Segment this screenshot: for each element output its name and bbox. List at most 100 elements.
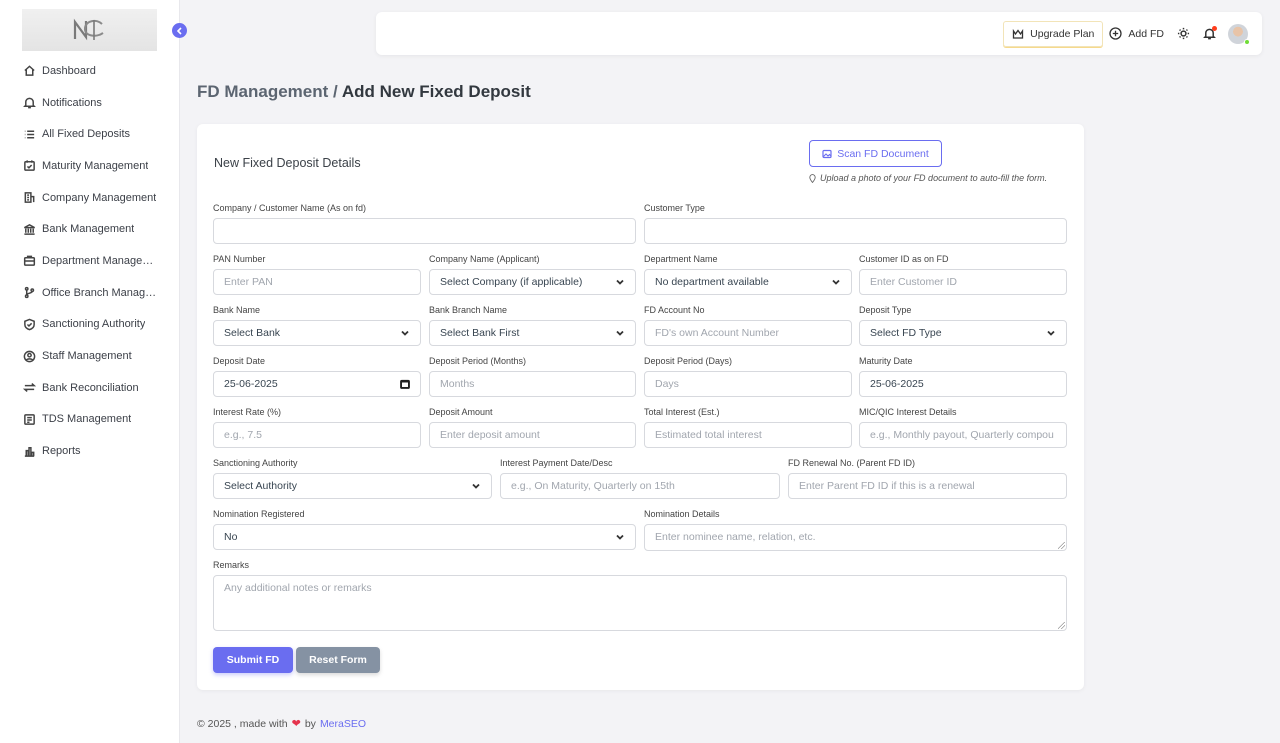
resize-handle-icon[interactable] (1058, 542, 1065, 549)
deposit-date-input[interactable]: 25-06-2025 (213, 371, 421, 397)
sidebar-item-bank-reconciliation[interactable]: Bank Reconciliation (0, 372, 180, 404)
scan-hint: Upload a photo of your FD document to au… (809, 173, 1047, 183)
nomination-registered-select[interactable]: No (213, 524, 636, 550)
sidebar-collapse-button[interactable] (172, 23, 187, 38)
sidebar-item-company-management[interactable]: Company Management (0, 182, 180, 214)
maturity-date-label: Maturity Date (859, 356, 913, 366)
interest-rate-input[interactable]: e.g., 7.5 (213, 422, 421, 448)
sidebar: Dashboard Notifications All Fixed Deposits… (0, 0, 180, 743)
notifications-button[interactable] (1202, 25, 1217, 41)
maturity-date-value: 25-06-2025 (870, 378, 924, 390)
sidebar-item-tds-management[interactable]: TDS Management (0, 404, 180, 436)
sidebar-item-label: Staff Management (42, 350, 132, 363)
customer-type-input[interactable] (644, 218, 1067, 244)
scan-fd-document-button[interactable]: Scan FD Document (809, 140, 942, 167)
app-logo[interactable] (22, 9, 157, 51)
shield-check-icon (22, 317, 36, 331)
chevron-down-icon (400, 328, 410, 338)
period-months-input[interactable]: Months (429, 371, 636, 397)
pan-input[interactable]: Enter PAN (213, 269, 421, 295)
company-applicant-value: Select Company (if applicable) (440, 276, 583, 288)
sidebar-item-notifications[interactable]: Notifications (0, 87, 180, 119)
crown-icon (1013, 28, 1024, 39)
user-avatar[interactable] (1228, 23, 1250, 45)
sidebar-item-office-branch-management[interactable]: Office Branch Management (0, 277, 180, 309)
submit-fd-button[interactable]: Submit FD (213, 647, 293, 673)
company-applicant-select[interactable]: Select Company (if applicable) (429, 269, 636, 295)
maturity-date-input[interactable]: 25-06-2025 (859, 371, 1067, 397)
interest-payment-input[interactable]: e.g., On Maturity, Quarterly on 15th (500, 473, 780, 499)
deposit-date-label: Deposit Date (213, 356, 266, 366)
top-navbar: Upgrade Plan Add FD (376, 12, 1262, 55)
sidebar-item-sanctioning-authority[interactable]: Sanctioning Authority (0, 309, 180, 341)
sidebar-item-dashboard[interactable]: Dashboard (0, 55, 180, 87)
sidebar-item-label: Company Management (42, 191, 157, 204)
interest-payment-placeholder: e.g., On Maturity, Quarterly on 15th (511, 480, 675, 492)
theme-toggle-button[interactable] (1176, 27, 1190, 41)
scan-hint-text: Upload a photo of your FD document to au… (820, 173, 1048, 183)
nomination-registered-label: Nomination Registered (213, 509, 305, 519)
sidebar-item-staff-management[interactable]: Staff Management (0, 340, 180, 372)
deposit-amount-placeholder: Enter deposit amount (440, 429, 540, 441)
mic-qic-placeholder: e.g., Monthly payout, Quarterly compou (870, 429, 1054, 441)
reset-form-button[interactable]: Reset Form (296, 647, 380, 673)
deposit-amount-input[interactable]: Enter deposit amount (429, 422, 636, 448)
total-interest-input[interactable]: Estimated total interest (644, 422, 852, 448)
bank-branch-label: Bank Branch Name (429, 305, 508, 315)
deposit-type-value: Select FD Type (870, 327, 942, 339)
remarks-textarea[interactable]: Any additional notes or remarks (213, 575, 1067, 631)
page-title: FD Management / Add New Fixed Deposit (197, 82, 531, 102)
chevron-left-icon (176, 26, 182, 35)
bank-branch-value: Select Bank First (440, 327, 520, 339)
sidebar-item-label: Office Branch Management (42, 286, 162, 299)
renewal-no-input[interactable]: Enter Parent FD ID if this is a renewal (788, 473, 1067, 499)
sanctioning-authority-label: Sanctioning Authority (213, 458, 298, 468)
deposit-type-select[interactable]: Select FD Type (859, 320, 1067, 346)
deposit-type-label: Deposit Type (859, 305, 912, 315)
company-customer-name-label: Company / Customer Name (As on fd) (213, 203, 367, 213)
resize-handle-icon[interactable] (1058, 622, 1065, 629)
sanctioning-authority-select[interactable]: Select Authority (213, 473, 492, 499)
company-customer-name-input[interactable] (213, 218, 636, 244)
sidebar-item-label: Reports (42, 445, 81, 458)
customer-id-label: Customer ID as on FD (859, 254, 949, 264)
customer-id-input[interactable]: Enter Customer ID (859, 269, 1067, 295)
add-fd-button[interactable]: Add FD (1109, 27, 1164, 40)
pan-label: PAN Number (213, 254, 266, 264)
interest-rate-placeholder: e.g., 7.5 (224, 429, 262, 441)
customer-type-label: Customer Type (644, 203, 705, 213)
upgrade-plan-label: Upgrade Plan (1030, 27, 1095, 40)
period-days-label: Deposit Period (Days) (644, 356, 733, 366)
user-circle-icon (22, 349, 36, 363)
mic-qic-input[interactable]: e.g., Monthly payout, Quarterly compou (859, 422, 1067, 448)
calendar-icon (400, 379, 410, 389)
period-days-input[interactable]: Days (644, 371, 852, 397)
company-applicant-label: Company Name (Applicant) (429, 254, 540, 264)
sidebar-item-bank-management[interactable]: Bank Management (0, 213, 180, 245)
department-select[interactable]: No department available (644, 269, 852, 295)
chevron-down-icon (615, 532, 625, 542)
sidebar-item-department-management[interactable]: Department Management (0, 245, 180, 277)
sidebar-item-maturity-management[interactable]: Maturity Management (0, 150, 180, 182)
sidebar-item-label: Bank Management (42, 223, 135, 236)
receipt-icon (22, 412, 36, 426)
department-label: Department Name (644, 254, 718, 264)
sidebar-item-label: Notifications (42, 96, 102, 109)
sidebar-item-all-fixed-deposits[interactable]: All Fixed Deposits (0, 118, 180, 150)
chevron-down-icon (615, 328, 625, 338)
add-fd-label: Add FD (1128, 27, 1164, 40)
breadcrumb[interactable]: FD Management / (197, 82, 338, 101)
chevron-down-icon (831, 277, 841, 287)
sidebar-item-label: Sanctioning Authority (42, 318, 146, 331)
upgrade-plan-button[interactable]: Upgrade Plan (1003, 20, 1104, 47)
footer-brand-link[interactable]: MeraSEO (320, 718, 366, 730)
bank-branch-select[interactable]: Select Bank First (429, 320, 636, 346)
period-days-placeholder: Days (655, 378, 679, 390)
bank-name-select[interactable]: Select Bank (213, 320, 421, 346)
fd-account-input[interactable]: FD's own Account Number (644, 320, 852, 346)
deposit-amount-label: Deposit Amount (429, 407, 493, 417)
sidebar-item-reports[interactable]: Reports (0, 435, 180, 467)
bank-name-label: Bank Name (213, 305, 261, 315)
bell-icon (22, 96, 36, 110)
nomination-details-textarea[interactable]: Enter nominee name, relation, etc. (644, 524, 1067, 551)
